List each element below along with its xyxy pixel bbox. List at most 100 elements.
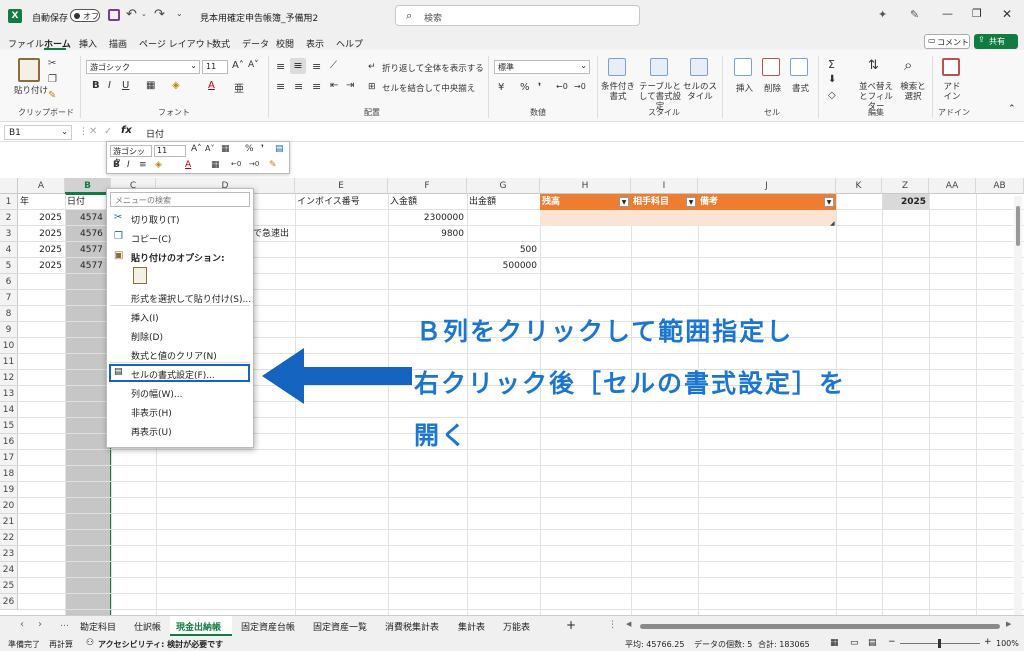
row-header[interactable]: 3 [0,226,18,242]
paste-label[interactable]: 貼り付け [14,84,48,96]
row-header[interactable]: 18 [0,466,18,482]
collapse-ribbon-icon[interactable]: ⌃ [1008,104,1016,114]
cell-h1[interactable]: 残高 [542,194,618,210]
tab-view[interactable]: 表示 [306,37,324,50]
format-cells-label[interactable]: 書式 [792,82,809,94]
menu-item-insert[interactable]: 挿入(I) [131,311,159,324]
scroll-right-icon[interactable]: ▶ [1006,620,1011,628]
cell-a5[interactable]: 2025 [18,258,65,274]
vertical-scrollbar[interactable] [1014,196,1022,615]
row-header[interactable]: 6 [0,274,18,290]
horizontal-scrollbar[interactable]: ◀ ▶ [626,620,1014,630]
page-break-view-icon[interactable]: ▤ [868,638,877,648]
conditional-format-icon[interactable] [608,58,626,76]
tab-draw[interactable]: 描画 [109,37,127,50]
row-header[interactable]: 13 [0,386,18,402]
menu-item-cut[interactable]: 切り取り(T) [131,213,180,226]
row-header[interactable]: 7 [0,290,18,306]
delete-cells-icon[interactable] [762,58,780,76]
row-header[interactable]: 17 [0,450,18,466]
menu-item-paste-special[interactable]: 形式を選択して貼り付け(S)... [131,292,251,305]
phonetic-icon[interactable]: 亜 [234,80,244,95]
row-header[interactable]: 24 [0,562,18,578]
find-select-icon[interactable]: ⌕ [904,56,912,74]
cell-d3[interactable]: で急速出 [253,226,295,242]
minimize-icon[interactable]: — [942,7,953,20]
comment-button[interactable]: ▭ コメント [924,34,970,49]
underline-icon[interactable]: U [122,80,129,91]
format-painter-icon[interactable]: ✎ [48,90,56,101]
tab-page-layout[interactable]: ページ レイアウト [139,37,214,50]
font-color-icon[interactable]: A [208,80,215,91]
decrease-decimal-icon[interactable]: →0 [574,82,586,91]
undo-icon[interactable]: ↶ [126,7,137,22]
filename-chevron-icon[interactable]: ⌄ [302,9,309,18]
mini-font-color-icon[interactable]: A [185,160,191,170]
align-center-icon[interactable]: ≡ [294,80,303,93]
row-header[interactable]: 9 [0,322,18,338]
menu-item-copy[interactable]: コピー(C) [131,232,171,245]
cell-i1[interactable]: 相手科目 [633,194,687,210]
copy-icon[interactable]: ❐ [48,74,57,85]
tab-formulas[interactable]: 数式 [212,37,230,50]
name-box[interactable]: B1 ⌄ [4,125,72,140]
file-name[interactable]: 見本用確定申告帳簿_予備用2 [200,11,318,24]
mini-font-select[interactable]: 游ゴシック [110,145,152,167]
scroll-left-icon[interactable]: ◀ [626,620,631,628]
column-header-aa[interactable]: AA [929,178,976,194]
accessibility-icon[interactable]: ⚇ [86,638,94,648]
column-header-e[interactable]: E [295,178,388,194]
mini-bold-icon[interactable]: B [113,160,120,170]
mini-decrease-decimal-icon[interactable]: →0 [249,160,259,168]
row-header[interactable]: 19 [0,482,18,498]
column-header-h[interactable]: H [540,178,631,194]
align-middle-icon[interactable]: ≡ [290,58,306,74]
add-sheet-button[interactable]: + [566,618,576,632]
column-header-i[interactable]: I [631,178,698,194]
sheet-tab-journal[interactable]: 仕訳帳 [134,620,161,633]
sheet-tab-fixed-assets-list[interactable]: 固定資産一覧 [313,620,367,633]
cell-f2[interactable]: 2300000 [388,210,467,226]
row-header[interactable]: 21 [0,514,18,530]
paste-icon[interactable] [133,267,147,284]
select-all-corner[interactable] [0,178,18,194]
align-left-icon[interactable]: ≡ [276,80,285,93]
cell-g5[interactable]: 500000 [467,258,540,274]
column-header-f[interactable]: F [388,178,467,194]
addins-icon[interactable] [942,58,960,76]
copilot-icon[interactable]: ✦ [878,8,887,21]
align-bottom-icon[interactable]: ≡ [312,60,321,73]
sheet-options-icon[interactable]: ⋮ [608,620,617,630]
delete-cells-label[interactable]: 削除 [764,82,781,94]
align-top-icon[interactable]: ≡ [276,60,285,73]
tab-file[interactable]: ファイル [8,37,44,50]
row-header[interactable]: 25 [0,578,18,594]
row-header[interactable]: 2 [0,210,18,226]
paste-icon[interactable] [18,58,40,82]
mini-table-icon[interactable]: ▤ [275,144,284,154]
cell-a1[interactable]: 年 [20,194,64,210]
row-header[interactable]: 4 [0,242,18,258]
undo-dropdown-icon[interactable]: ⌄ [141,10,147,18]
bold-icon[interactable]: B [92,80,100,91]
cell-z1[interactable]: 2025 [882,194,929,210]
wrap-text-label[interactable]: 折り返して全体を表示する [382,62,484,74]
filter-button-i[interactable]: ▼ [686,197,696,207]
tab-scroll-right-icon[interactable]: › [38,619,42,630]
status-recalc[interactable]: 再計算 [49,639,73,650]
confirm-entry-icon[interactable]: ✓ [104,126,112,137]
autosum-icon[interactable]: Σ [828,58,835,71]
mini-format-painter-icon[interactable]: ✎ [269,160,277,170]
comma-icon[interactable]: ❜ [538,82,541,93]
row-header[interactable]: 15 [0,418,18,434]
zoom-out-icon[interactable]: − [888,637,896,647]
zoom-in-icon[interactable]: + [984,637,992,647]
status-average[interactable]: 平均: 45766.25 [625,639,684,650]
sheet-tab-fixed-assets-ledger[interactable]: 固定資産台帳 [241,620,295,633]
cell-j1[interactable]: 備考 [700,194,820,210]
sheet-tab-consumption-tax[interactable]: 消費税集計表 [385,620,439,633]
menu-item-clear-contents[interactable]: 数式と値のクリア(N) [131,349,217,362]
addins-label[interactable]: アドイン [940,82,964,102]
cell-f1[interactable]: 入金額 [390,194,466,210]
merge-center-icon[interactable]: ⊞ [368,82,376,92]
